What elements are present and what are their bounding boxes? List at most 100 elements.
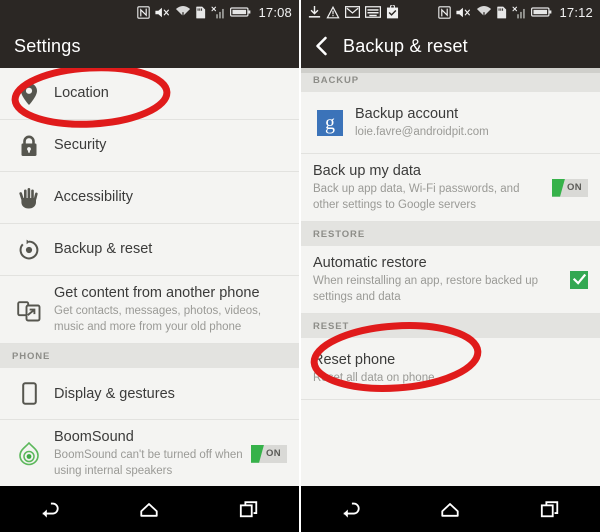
sidebar-item-label: Get content from another phone — [54, 285, 260, 301]
sidebar-item-label: Backup & reset — [54, 241, 153, 258]
mute-icon — [456, 7, 471, 17]
list-item-sublabel: Back up app data, Wi-Fi passwords, and o… — [313, 183, 520, 211]
row-body: Display & gestures — [54, 377, 287, 411]
battery-icon — [531, 7, 552, 17]
list-item-sublabel: When reinstalling an app, restore backed… — [313, 275, 539, 303]
home-button[interactable] — [119, 486, 179, 532]
location-pin-icon — [12, 82, 46, 105]
list-top-shadow — [301, 68, 600, 73]
row-body: Location — [54, 76, 287, 110]
automatic-restore-checkbox[interactable] — [570, 270, 588, 289]
list-item-backup-account[interactable]: g Backup account loie.favre@androidpit.c… — [301, 92, 600, 154]
left-status-bar: 17:08 — [0, 0, 299, 24]
sidebar-item-label: Security — [54, 137, 107, 154]
list-item-backup-my-data[interactable]: Back up my data Back up app data, Wi-Fi … — [301, 154, 600, 223]
left-status-right-icons: 17:08 — [137, 5, 292, 20]
toggle-label: ON — [567, 182, 583, 194]
sidebar-item-label: Accessibility — [54, 189, 133, 206]
toggle-label: ON — [266, 448, 282, 460]
transfer-phone-icon — [12, 298, 46, 322]
right-status-time: 17:12 — [559, 4, 593, 20]
left-phone-screen: 17:08 Settings Location Security Accessi… — [0, 0, 301, 532]
signal-icon — [512, 6, 526, 18]
right-status-right-icons: 17:12 — [438, 5, 593, 20]
display-icon — [12, 382, 46, 405]
nfc-icon — [137, 5, 151, 19]
sidebar-item-sublabel: Get contacts, messages, photos, videos, … — [54, 305, 262, 333]
left-status-time: 17:08 — [258, 4, 292, 20]
signal-icon — [211, 6, 225, 18]
hand-icon — [12, 187, 46, 209]
list-item-sublabel: Reset all data on phone — [313, 372, 435, 385]
wifi-icon — [176, 6, 191, 18]
toggle-knob — [251, 444, 264, 463]
backup-my-data-toggle[interactable]: ON — [552, 178, 588, 197]
check-icon — [572, 274, 586, 286]
download-icon — [308, 5, 321, 18]
sidebar-item-display-gestures[interactable]: Display & gestures — [0, 368, 299, 421]
battery-icon — [230, 7, 251, 17]
recents-button[interactable] — [219, 486, 279, 532]
left-settings-list: Location Security Accessibility Backup &… — [0, 68, 299, 532]
warning-icon — [326, 5, 340, 18]
sidebar-item-accessibility[interactable]: Accessibility — [0, 172, 299, 224]
backup-reset-icon — [12, 239, 46, 261]
page-title: Settings — [14, 35, 81, 56]
boomsound-icon — [12, 441, 46, 466]
boomsound-toggle[interactable]: ON — [251, 444, 287, 463]
lock-icon — [12, 135, 46, 157]
row-body: Reset phone Reset all data on phone — [313, 343, 588, 395]
keyboard-icon — [365, 6, 381, 18]
task-icon — [386, 5, 399, 19]
sidebar-item-label: BoomSound — [54, 429, 134, 446]
recents-button[interactable] — [520, 486, 580, 532]
mail-icon — [345, 6, 360, 18]
list-item-reset-phone[interactable]: Reset phone Reset all data on phone — [301, 338, 600, 401]
row-control — [570, 270, 588, 289]
row-body: BoomSound BoomSound can't be turned off … — [54, 420, 243, 487]
section-header-phone: PHONE — [0, 344, 299, 369]
back-chevron-icon[interactable] — [311, 35, 333, 57]
row-body: Automatic restore When reinstalling an a… — [313, 246, 562, 313]
row-control: ON — [251, 444, 287, 463]
google-g-icon: g — [313, 109, 347, 136]
list-item-label: Backup account — [355, 105, 459, 122]
google-g-glyph: g — [317, 109, 343, 136]
sidebar-item-security[interactable]: Security — [0, 120, 299, 172]
section-header-restore: RESTORE — [301, 222, 600, 247]
list-item-label: Automatic restore — [313, 255, 427, 272]
right-status-bar: 17:12 — [301, 0, 600, 24]
left-title-bar: Settings — [0, 24, 299, 68]
right-status-left-icons — [308, 5, 399, 19]
list-item-label: Reset phone — [313, 351, 396, 368]
sidebar-item-location[interactable]: Location — [0, 68, 299, 120]
sidebar-item-boomsound[interactable]: BoomSound BoomSound can't be turned off … — [0, 420, 299, 489]
section-header-reset: RESET — [301, 314, 600, 339]
list-item-automatic-restore[interactable]: Automatic restore When reinstalling an a… — [301, 246, 600, 315]
home-button[interactable] — [420, 486, 480, 532]
sidebar-item-label: Display & gestures — [54, 385, 175, 402]
row-body: Get content from another phone Get conta… — [54, 276, 287, 343]
row-body: Backup account loie.favre@androidpit.com — [355, 97, 588, 149]
row-body: Accessibility — [54, 180, 287, 214]
back-button[interactable] — [20, 486, 80, 532]
sidebar-item-backup-reset[interactable]: Backup & reset — [0, 224, 299, 276]
sidebar-item-label: Location — [54, 85, 109, 102]
mute-icon — [155, 7, 170, 17]
sidebar-item-get-content[interactable]: Get content from another phone Get conta… — [0, 276, 299, 345]
backup-reset-list: BACKUP g Backup account loie.favre@andro… — [301, 68, 600, 532]
back-button[interactable] — [321, 486, 381, 532]
list-item-sublabel: loie.favre@androidpit.com — [355, 125, 489, 138]
dual-screenshot: 17:08 Settings Location Security Accessi… — [0, 0, 600, 532]
toggle-knob — [552, 178, 565, 197]
left-nav-bar — [0, 486, 299, 532]
right-nav-bar — [301, 486, 600, 532]
sd-card-icon — [196, 6, 206, 18]
row-control: ON — [552, 178, 588, 197]
right-title-bar: Backup & reset — [301, 24, 600, 68]
right-phone-screen: 17:12 Backup & reset BACKUP g Backup acc… — [301, 0, 600, 532]
row-body: Backup & reset — [54, 232, 287, 266]
nfc-icon — [438, 5, 452, 19]
wifi-icon — [477, 6, 492, 18]
page-title: Backup & reset — [343, 35, 468, 56]
